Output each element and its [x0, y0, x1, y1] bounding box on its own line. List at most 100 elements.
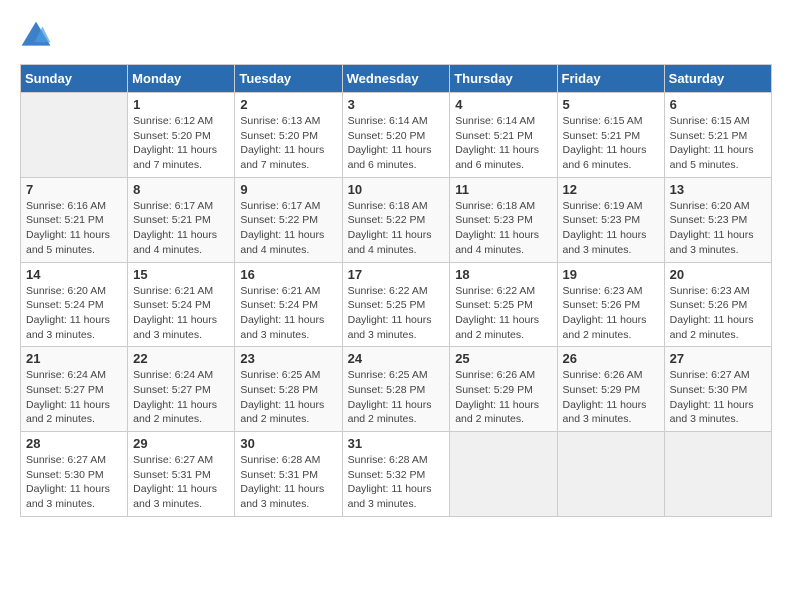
day-cell: 28 Sunrise: 6:27 AMSunset: 5:30 PMDayligh… — [21, 432, 128, 517]
day-number: 14 — [26, 267, 122, 282]
day-number: 4 — [455, 97, 551, 112]
day-cell — [450, 432, 557, 517]
day-number: 11 — [455, 182, 551, 197]
day-number: 18 — [455, 267, 551, 282]
day-number: 7 — [26, 182, 122, 197]
day-number: 15 — [133, 267, 229, 282]
day-number: 22 — [133, 351, 229, 366]
day-number: 20 — [670, 267, 766, 282]
day-cell: 15 Sunrise: 6:21 AMSunset: 5:24 PMDayligh… — [128, 262, 235, 347]
day-cell: 13 Sunrise: 6:20 AMSunset: 5:23 PMDayligh… — [664, 177, 771, 262]
day-number: 10 — [348, 182, 445, 197]
day-cell: 16Sunrise: 6:21 AMSunset: 5:24 PMDayligh… — [235, 262, 342, 347]
day-cell: 19Sunrise: 6:23 AMSunset: 5:26 PMDayligh… — [557, 262, 664, 347]
day-number: 2 — [240, 97, 336, 112]
day-cell: 8 Sunrise: 6:17 AMSunset: 5:21 PMDaylight… — [128, 177, 235, 262]
day-cell: 3 Sunrise: 6:14 AMSunset: 5:20 PMDaylight… — [342, 93, 450, 178]
day-cell: 27 Sunrise: 6:27 AMSunset: 5:30 PMDayligh… — [664, 347, 771, 432]
day-number: 17 — [348, 267, 445, 282]
column-header-tuesday: Tuesday — [235, 65, 342, 93]
day-number: 25 — [455, 351, 551, 366]
day-number: 1 — [133, 97, 229, 112]
day-cell: 2 Sunrise: 6:13 AMSunset: 5:20 PMDaylight… — [235, 93, 342, 178]
day-cell: 7 Sunrise: 6:16 AMSunset: 5:21 PMDaylight… — [21, 177, 128, 262]
calendar-table: SundayMondayTuesdayWednesdayThursdayFrid… — [20, 64, 772, 517]
day-number: 30 — [240, 436, 336, 451]
day-info: Sunrise: 6:27 AMSunset: 5:30 PMDaylight:… — [26, 453, 122, 512]
day-info: Sunrise: 6:22 AMSunset: 5:25 PMDaylight:… — [348, 284, 445, 343]
week-row: 7 Sunrise: 6:16 AMSunset: 5:21 PMDaylight… — [21, 177, 772, 262]
day-cell: 18Sunrise: 6:22 AMSunset: 5:25 PMDayligh… — [450, 262, 557, 347]
day-info: Sunrise: 6:26 AMSunset: 5:29 PMDaylight:… — [455, 368, 551, 427]
day-number: 24 — [348, 351, 445, 366]
logo — [20, 20, 56, 48]
day-number: 13 — [670, 182, 766, 197]
day-info: Sunrise: 6:16 AMSunset: 5:21 PMDaylight:… — [26, 199, 122, 258]
column-header-thursday: Thursday — [450, 65, 557, 93]
day-info: Sunrise: 6:20 AMSunset: 5:23 PMDaylight:… — [670, 199, 766, 258]
day-info: Sunrise: 6:25 AMSunset: 5:28 PMDaylight:… — [240, 368, 336, 427]
day-number: 21 — [26, 351, 122, 366]
day-info: Sunrise: 6:13 AMSunset: 5:20 PMDaylight:… — [240, 114, 336, 173]
day-cell: 1 Sunrise: 6:12 AMSunset: 5:20 PMDaylight… — [128, 93, 235, 178]
day-cell: 22Sunrise: 6:24 AMSunset: 5:27 PMDayligh… — [128, 347, 235, 432]
day-number: 6 — [670, 97, 766, 112]
day-cell: 10 Sunrise: 6:18 AMSunset: 5:22 PMDayligh… — [342, 177, 450, 262]
day-cell — [557, 432, 664, 517]
day-number: 28 — [26, 436, 122, 451]
day-info: Sunrise: 6:21 AMSunset: 5:24 PMDaylight:… — [133, 284, 229, 343]
day-cell: 26 Sunrise: 6:26 AMSunset: 5:29 PMDayligh… — [557, 347, 664, 432]
day-cell: 4 Sunrise: 6:14 AMSunset: 5:21 PMDaylight… — [450, 93, 557, 178]
day-info: Sunrise: 6:27 AMSunset: 5:30 PMDaylight:… — [670, 368, 766, 427]
day-cell: 9 Sunrise: 6:17 AMSunset: 5:22 PMDaylight… — [235, 177, 342, 262]
day-cell: 31 Sunrise: 6:28 AMSunset: 5:32 PMDayligh… — [342, 432, 450, 517]
day-number: 19 — [563, 267, 659, 282]
day-number: 23 — [240, 351, 336, 366]
column-header-monday: Monday — [128, 65, 235, 93]
column-header-saturday: Saturday — [664, 65, 771, 93]
day-info: Sunrise: 6:28 AMSunset: 5:31 PMDaylight:… — [240, 453, 336, 512]
day-info: Sunrise: 6:12 AMSunset: 5:20 PMDaylight:… — [133, 114, 229, 173]
day-cell: 11 Sunrise: 6:18 AMSunset: 5:23 PMDayligh… — [450, 177, 557, 262]
day-cell: 25 Sunrise: 6:26 AMSunset: 5:29 PMDayligh… — [450, 347, 557, 432]
header-row: SundayMondayTuesdayWednesdayThursdayFrid… — [21, 65, 772, 93]
day-cell: 30 Sunrise: 6:28 AMSunset: 5:31 PMDayligh… — [235, 432, 342, 517]
week-row: 1 Sunrise: 6:12 AMSunset: 5:20 PMDaylight… — [21, 93, 772, 178]
day-cell: 29Sunrise: 6:27 AMSunset: 5:31 PMDayligh… — [128, 432, 235, 517]
day-info: Sunrise: 6:28 AMSunset: 5:32 PMDaylight:… — [348, 453, 445, 512]
day-info: Sunrise: 6:23 AMSunset: 5:26 PMDaylight:… — [670, 284, 766, 343]
day-cell: 5 Sunrise: 6:15 AMSunset: 5:21 PMDaylight… — [557, 93, 664, 178]
day-info: Sunrise: 6:14 AMSunset: 5:20 PMDaylight:… — [348, 114, 445, 173]
day-info: Sunrise: 6:18 AMSunset: 5:22 PMDaylight:… — [348, 199, 445, 258]
week-row: 14 Sunrise: 6:20 AMSunset: 5:24 PMDayligh… — [21, 262, 772, 347]
day-cell: 21 Sunrise: 6:24 AMSunset: 5:27 PMDayligh… — [21, 347, 128, 432]
day-number: 31 — [348, 436, 445, 451]
day-info: Sunrise: 6:17 AMSunset: 5:22 PMDaylight:… — [240, 199, 336, 258]
day-info: Sunrise: 6:24 AMSunset: 5:27 PMDaylight:… — [26, 368, 122, 427]
week-row: 21 Sunrise: 6:24 AMSunset: 5:27 PMDayligh… — [21, 347, 772, 432]
day-info: Sunrise: 6:18 AMSunset: 5:23 PMDaylight:… — [455, 199, 551, 258]
day-number: 26 — [563, 351, 659, 366]
day-info: Sunrise: 6:26 AMSunset: 5:29 PMDaylight:… — [563, 368, 659, 427]
column-header-wednesday: Wednesday — [342, 65, 450, 93]
column-header-sunday: Sunday — [21, 65, 128, 93]
day-number: 3 — [348, 97, 445, 112]
day-cell: 23 Sunrise: 6:25 AMSunset: 5:28 PMDayligh… — [235, 347, 342, 432]
day-info: Sunrise: 6:15 AMSunset: 5:21 PMDaylight:… — [563, 114, 659, 173]
day-info: Sunrise: 6:14 AMSunset: 5:21 PMDaylight:… — [455, 114, 551, 173]
header — [20, 20, 772, 48]
day-info: Sunrise: 6:17 AMSunset: 5:21 PMDaylight:… — [133, 199, 229, 258]
day-cell: 20 Sunrise: 6:23 AMSunset: 5:26 PMDayligh… — [664, 262, 771, 347]
day-info: Sunrise: 6:20 AMSunset: 5:24 PMDaylight:… — [26, 284, 122, 343]
day-cell: 14 Sunrise: 6:20 AMSunset: 5:24 PMDayligh… — [21, 262, 128, 347]
day-number: 9 — [240, 182, 336, 197]
day-number: 27 — [670, 351, 766, 366]
day-number: 29 — [133, 436, 229, 451]
week-row: 28 Sunrise: 6:27 AMSunset: 5:30 PMDayligh… — [21, 432, 772, 517]
day-number: 8 — [133, 182, 229, 197]
day-cell: 12Sunrise: 6:19 AMSunset: 5:23 PMDayligh… — [557, 177, 664, 262]
day-cell: 24Sunrise: 6:25 AMSunset: 5:28 PMDayligh… — [342, 347, 450, 432]
day-number: 5 — [563, 97, 659, 112]
logo-icon — [20, 20, 52, 48]
day-number: 16 — [240, 267, 336, 282]
